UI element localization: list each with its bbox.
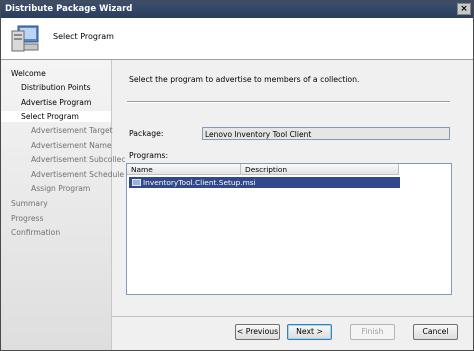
nav-step-distribution-points: Distribution Points (21, 83, 91, 92)
nav-step-confirmation: Confirmation (11, 228, 61, 237)
wizard-window: Distribute Package Wizard × Select Progr… (0, 0, 474, 351)
msi-file-icon (132, 179, 141, 186)
previous-button[interactable]: < Previous (235, 324, 280, 340)
program-row[interactable]: InventoryTool.Client.Setup.msi (129, 177, 400, 188)
page-title: Select Program (53, 32, 114, 41)
nav-step-assign-program: Assign Program (31, 184, 91, 193)
next-button[interactable]: Next > (287, 324, 332, 340)
nav-step-advertise-program: Advertise Program (21, 98, 92, 107)
column-header-name[interactable]: Name (127, 164, 241, 175)
program-name: InventoryTool.Client.Setup.msi (143, 178, 256, 187)
nav-step-welcome: Welcome (11, 69, 46, 78)
instruction-text: Select the program to advertise to membe… (129, 75, 360, 84)
package-label: Package: (129, 129, 164, 138)
nav-step-advertisement-name: Advertisement Name (31, 141, 112, 150)
window-title: Distribute Package Wizard (5, 4, 133, 14)
wizard-header: Select Program (1, 18, 473, 60)
footer-separator (112, 316, 473, 317)
title-bar: Distribute Package Wizard × (1, 1, 473, 18)
package-field: Lenovo Inventory Tool Client (202, 127, 450, 140)
computer-wizard-icon (11, 25, 39, 52)
nav-step-select-program: Select Program (1, 111, 111, 122)
column-header-description[interactable]: Description (241, 164, 399, 175)
wizard-content: Select the program to advertise to membe… (112, 60, 473, 316)
finish-button[interactable]: Finish (350, 324, 395, 340)
close-button[interactable]: × (457, 3, 471, 15)
cancel-button[interactable]: Cancel (413, 324, 458, 340)
nav-step-advertisement-schedule: Advertisement Schedule (31, 170, 125, 179)
content-separator (127, 101, 450, 103)
programs-label: Programs: (129, 151, 169, 160)
nav-step-summary: Summary (11, 199, 48, 208)
nav-step-progress: Progress (11, 214, 44, 223)
programs-list[interactable]: Name Description InventoryTool.Client.Se… (126, 163, 452, 295)
nav-step-advertisement-target: Advertisement Target (31, 126, 113, 135)
wizard-steps-nav: Welcome Distribution Points Advertise Pr… (1, 60, 126, 350)
